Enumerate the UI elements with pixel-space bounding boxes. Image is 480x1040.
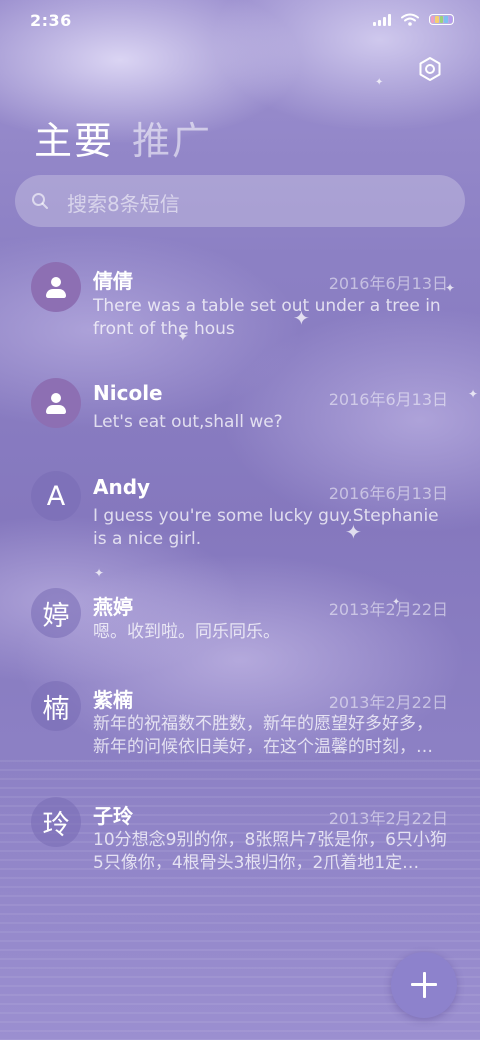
- sparkle-decoration: ✦: [375, 77, 384, 88]
- contact-name: Andy: [93, 475, 151, 499]
- signal-icon: [373, 13, 391, 26]
- message-date: 2016年6月13日: [328, 484, 448, 503]
- contact-avatar: [31, 378, 81, 428]
- message-date: 2016年6月13日: [328, 274, 448, 293]
- tab-primary[interactable]: 主要: [34, 110, 114, 165]
- message-item[interactable]: 楠 紫楠 2013年2月22日 新年的祝福数不胜数，新年的愿望好多好多，新年的问…: [0, 680, 480, 780]
- contact-name: 燕婷: [93, 595, 133, 619]
- tab-promotions[interactable]: 推广: [132, 110, 212, 165]
- message-date: 2013年2月22日: [328, 693, 448, 712]
- message-item[interactable]: A Andy 2016年6月13日 I guess you're some lu…: [0, 470, 480, 570]
- status-icons: [373, 13, 454, 26]
- wifi-icon: [401, 13, 419, 26]
- battery-icon: [429, 14, 454, 25]
- message-preview: I guess you're some lucky guy.Stephanie …: [93, 506, 439, 549]
- message-item[interactable]: 倩倩 2016年6月13日 There was a table set out …: [0, 258, 480, 358]
- message-item[interactable]: 玲 子玲 2013年2月22日 10分想念9别的你，8张照片7张是你，6只小狗5…: [0, 796, 480, 896]
- status-bar: 2:36: [0, 0, 480, 40]
- search-box[interactable]: 搜索8条短信: [15, 175, 465, 227]
- message-preview: 10分想念9别的你，8张照片7张是你，6只小狗5只像你，4根骨头3根归你，2爪着…: [93, 830, 447, 873]
- message-item[interactable]: Nicole 2016年6月13日 Let's eat out,shall we…: [0, 376, 480, 476]
- compose-button[interactable]: [391, 952, 457, 1018]
- search-placeholder: 搜索8条短信: [67, 192, 180, 216]
- search-icon: [32, 193, 48, 209]
- message-preview: 嗯。收到啦。同乐同乐。: [93, 622, 280, 642]
- contact-name: Nicole: [93, 381, 163, 405]
- message-date: 2013年2月22日: [328, 600, 448, 619]
- person-icon: [45, 276, 67, 298]
- message-item[interactable]: 婷 燕婷 2013年2月22日 嗯。收到啦。同乐同乐。: [0, 588, 480, 688]
- contact-avatar: 婷: [31, 588, 81, 638]
- message-preview: 新年的祝福数不胜数，新年的愿望好多好多，新年的问候依旧美好，在这个温馨的时刻，…: [93, 714, 433, 757]
- person-icon: [45, 392, 67, 414]
- settings-icon: [419, 57, 441, 81]
- settings-button[interactable]: [416, 55, 444, 83]
- message-preview: There was a table set out under a tree i…: [93, 296, 441, 339]
- contact-avatar: 玲: [31, 797, 81, 847]
- message-preview: Let's eat out,shall we?: [93, 412, 283, 432]
- message-date: 2016年6月13日: [328, 390, 448, 409]
- contact-name: 子玲: [93, 804, 133, 828]
- status-time: 2:36: [30, 11, 72, 30]
- contact-avatar: A: [31, 471, 81, 521]
- contact-name: 紫楠: [93, 688, 133, 712]
- contact-name: 倩倩: [93, 269, 133, 293]
- contact-avatar: 楠: [31, 681, 81, 731]
- contact-avatar: [31, 262, 81, 312]
- message-date: 2013年2月22日: [328, 809, 448, 828]
